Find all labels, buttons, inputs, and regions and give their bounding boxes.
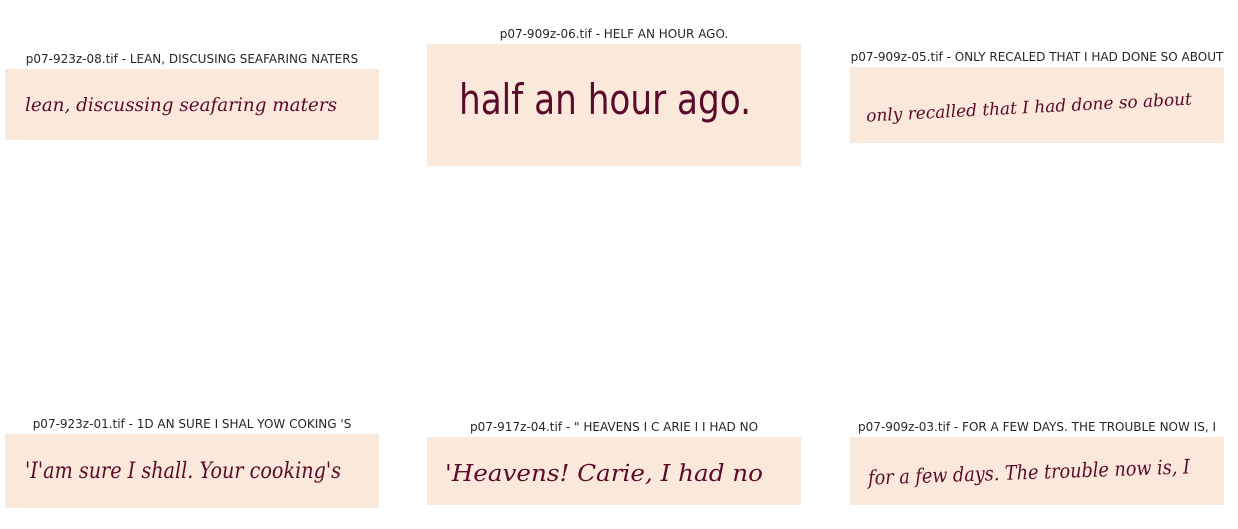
- handwriting-svg: only recalled that I had done so about: [866, 90, 1193, 127]
- panel-title: p07-923z-08.tif - LEAN, DISCUSING SEAFAR…: [25, 52, 359, 66]
- panel-title: p07-909z-05.tif - ONLY RECALED THAT I HA…: [850, 50, 1224, 64]
- handwriting-svg: 'Heavens! Carie, I had no: [445, 461, 763, 487]
- panel-title: p07-909z-03.tif - FOR A FEW DAYS. THE TR…: [857, 420, 1216, 434]
- sample-panel: p07-923z-01.tif - 1D AN SURE I SHAL YOW …: [5, 417, 379, 508]
- handwriting-image: half an hour ago.: [427, 44, 801, 166]
- handwriting-text: lean, discussing seafaring maters: [25, 94, 337, 116]
- handwriting-svg: for a few days. The trouble now is, I: [866, 454, 1191, 489]
- handwriting-image: only recalled that I had done so about: [850, 67, 1224, 143]
- sample-panel: p07-909z-05.tif - ONLY RECALED THAT I HA…: [850, 50, 1224, 143]
- handwriting-image: for a few days. The trouble now is, I: [850, 437, 1224, 505]
- handwriting-svg: lean, discussing seafaring maters: [25, 94, 337, 116]
- handwriting-svg: 'I'am sure I shall. Your cooking's: [25, 459, 341, 484]
- handwriting-text: 'Heavens! Carie, I had no: [445, 461, 763, 487]
- sample-panel: p07-909z-06.tif - HELF AN HOUR AGO. half…: [427, 27, 801, 166]
- panel-title: p07-923z-01.tif - 1D AN SURE I SHAL YOW …: [32, 417, 352, 431]
- handwriting-image: lean, discussing seafaring maters: [5, 69, 379, 140]
- handwriting-text: 'I'am sure I shall. Your cooking's: [25, 459, 341, 484]
- handwriting-text: half an hour ago.: [459, 75, 751, 124]
- panel-title: p07-917z-04.tif - " HEAVENS I C ARIE I I…: [469, 420, 759, 434]
- handwriting-image: 'I'am sure I shall. Your cooking's: [5, 434, 379, 508]
- sample-panel: p07-909z-03.tif - FOR A FEW DAYS. THE TR…: [850, 420, 1224, 505]
- handwriting-text: for a few days. The trouble now is, I: [866, 454, 1191, 489]
- handwriting-image: 'Heavens! Carie, I had no: [427, 437, 801, 505]
- sample-panel: p07-917z-04.tif - " HEAVENS I C ARIE I I…: [427, 420, 801, 505]
- handwriting-svg: half an hour ago.: [459, 75, 751, 124]
- handwriting-text: only recalled that I had done so about: [866, 90, 1193, 127]
- sample-panel: p07-923z-08.tif - LEAN, DISCUSING SEAFAR…: [5, 52, 379, 140]
- panel-title: p07-909z-06.tif - HELF AN HOUR AGO.: [499, 27, 729, 41]
